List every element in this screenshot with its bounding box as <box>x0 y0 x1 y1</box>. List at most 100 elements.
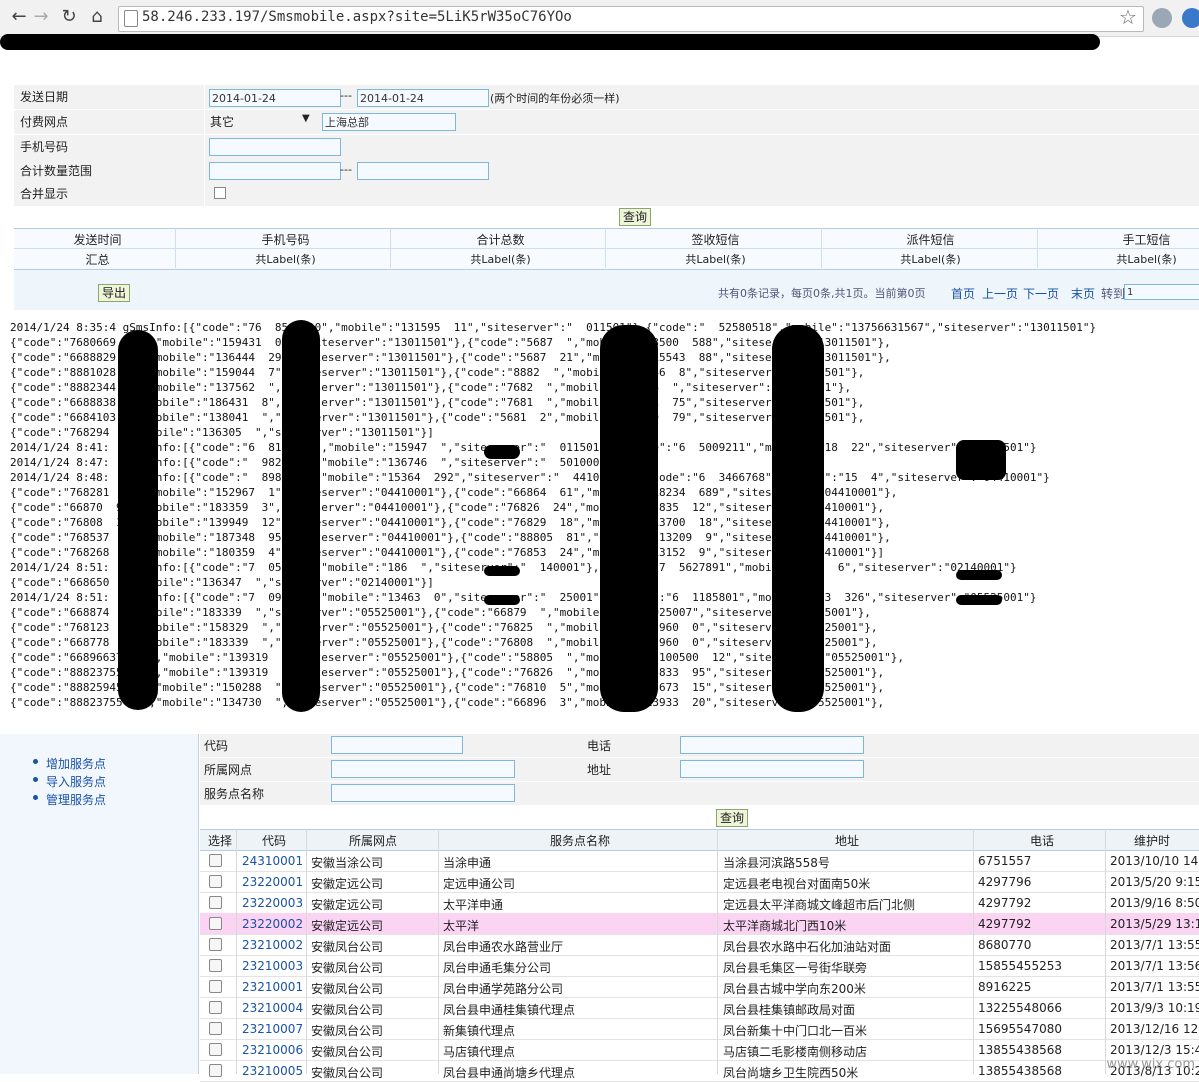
export-button[interactable]: 导出 <box>98 284 131 302</box>
cell-name: 凤台县申通桂集镇代理点 <box>443 1003 576 1017</box>
table-row[interactable]: 23210006 安徽凤台公司 马店镇代理点 马店镇二毛影楼南侧移动店 13855438… <box>200 1039 1199 1061</box>
reload-icon[interactable]: ↻ <box>58 6 80 28</box>
form-row-merge <box>14 182 1199 207</box>
redaction-scribble <box>484 566 520 576</box>
address-input[interactable] <box>680 760 864 778</box>
cell-code[interactable]: 23210007 <box>242 1022 304 1036</box>
table-row[interactable]: 23210005 安徽凤台公司 凤台县申通尚塘乡代理点 凤台尚塘乡卫生院西50米 138… <box>200 1060 1199 1082</box>
cell-site: 安徽当涂公司 <box>311 856 384 870</box>
mobile-input[interactable] <box>209 138 341 156</box>
address-label: 地址 <box>587 763 612 777</box>
bullet-icon <box>33 777 38 782</box>
extension-icon-2[interactable] <box>1182 8 1199 28</box>
phone-input[interactable] <box>680 736 864 754</box>
table-row[interactable]: 23220002 安徽定远公司 太平洋 太平洋商城北门西10米 4297792 2013/… <box>200 913 1199 935</box>
range-to-input[interactable] <box>357 162 489 180</box>
back-icon[interactable]: ← <box>8 6 30 28</box>
cell-name: 凤台县申通尚塘乡代理点 <box>443 1066 576 1080</box>
summary-header: 手机号码 <box>261 233 310 247</box>
goto-page-input[interactable] <box>1124 284 1199 300</box>
extension-icon[interactable] <box>1152 8 1172 28</box>
table-row[interactable]: 23210001 安徽凤台公司 凤台申通学苑路分公司 凤台县古城中学向东200米 891… <box>200 976 1199 998</box>
cell-site: 安徽定远公司 <box>311 919 384 933</box>
row-checkbox[interactable] <box>209 959 222 972</box>
merge-checkbox[interactable] <box>214 187 226 199</box>
next-page-link[interactable]: 下一页 <box>1023 285 1059 302</box>
name-input[interactable] <box>331 784 515 802</box>
range-from-input[interactable] <box>209 162 341 180</box>
cell-phone: 6751557 <box>978 854 1032 868</box>
prev-page-link[interactable]: 上一页 <box>982 285 1018 302</box>
cell-name: 马店镇代理点 <box>443 1045 516 1059</box>
nav-add-service-point[interactable]: 增加服务点 <box>46 755 106 772</box>
form-row-mobile <box>14 135 1199 160</box>
cell-time: 2013/7/1 13:56: <box>1110 959 1199 973</box>
summary-cell: 共Label(条) <box>685 253 746 266</box>
query-button-2[interactable]: 查询 <box>716 809 749 827</box>
cell-phone: 8680770 <box>978 938 1032 952</box>
cell-name: 凤台申通学苑路分公司 <box>443 982 564 996</box>
grid-header-phone: 电话 <box>1030 834 1055 848</box>
redaction-scribble <box>282 320 320 712</box>
table-row[interactable]: 23210002 安徽凤台公司 凤台申通农水路营业厅 凤台县农水路中石化加油站对面 86… <box>200 934 1199 956</box>
summary-cell: 共Label(条) <box>255 253 316 266</box>
cell-site: 安徽凤台公司 <box>311 1003 384 1017</box>
pay-site-input[interactable] <box>322 113 456 131</box>
cell-site: 安徽凤台公司 <box>311 1045 384 1059</box>
row-checkbox[interactable] <box>209 980 222 993</box>
cell-phone: 15855455253 <box>978 959 1062 973</box>
table-row[interactable]: 24310001 安徽当涂公司 当涂申通 当涂县河滨路558号 6751557 2013/… <box>200 850 1199 872</box>
table-row[interactable]: 23220003 安徽定远公司 太平洋申通 定远县太平洋商城文峰超市后门北侧 42977… <box>200 892 1199 914</box>
forward-icon[interactable]: → <box>30 6 52 28</box>
cell-code[interactable]: 23210004 <box>242 1001 304 1015</box>
row-checkbox[interactable] <box>209 875 222 888</box>
watermark: www.wix.com <box>1106 1057 1195 1072</box>
date-to-input[interactable] <box>357 89 489 107</box>
first-page-link[interactable]: 首页 <box>951 285 975 302</box>
nav-import-service-point[interactable]: 导入服务点 <box>46 773 106 790</box>
date-from-input[interactable] <box>209 89 341 107</box>
row-divider <box>14 248 1199 249</box>
row-checkbox[interactable] <box>209 854 222 867</box>
col-divider <box>438 829 439 1074</box>
table-row[interactable]: 23210007 安徽凤台公司 新集镇代理点 凤台新集十中门口北一百米 15695547… <box>200 1018 1199 1040</box>
cell-code[interactable]: 23210003 <box>242 959 304 973</box>
cell-code[interactable]: 23220003 <box>242 896 304 910</box>
row-checkbox[interactable] <box>209 1064 222 1077</box>
cell-code[interactable]: 23210001 <box>242 980 304 994</box>
form-row-range <box>14 159 1199 184</box>
code-label: 代码 <box>204 739 229 753</box>
cell-code[interactable]: 23220002 <box>242 917 304 931</box>
cell-code[interactable]: 23220001 <box>242 875 304 889</box>
cell-code[interactable]: 24310001 <box>242 854 304 868</box>
nav-manage-service-point[interactable]: 管理服务点 <box>46 791 106 808</box>
home-icon[interactable]: ⌂ <box>86 6 108 28</box>
row-checkbox[interactable] <box>209 896 222 909</box>
cell-addr: 凤台县毛集区一号街华联旁 <box>723 961 868 975</box>
row-checkbox[interactable] <box>209 938 222 951</box>
row-checkbox[interactable] <box>209 1022 222 1035</box>
cell-code[interactable]: 23210002 <box>242 938 304 952</box>
url-text: 58.246.233.197/Smsmobile.aspx?site=5LiK5… <box>142 9 572 25</box>
table-row[interactable]: 23210004 安徽凤台公司 凤台县申通桂集镇代理点 凤台县桂集镇邮政局对面 1322… <box>200 997 1199 1019</box>
last-page-link[interactable]: 末页 <box>1071 285 1095 302</box>
code-input[interactable] <box>331 736 463 754</box>
pay-site-select[interactable]: 其它 ▼ <box>210 113 314 129</box>
row-checkbox[interactable] <box>209 1043 222 1056</box>
phone-label: 电话 <box>587 739 612 753</box>
cell-name: 凤台申通农水路营业厅 <box>443 940 564 954</box>
site-input[interactable] <box>331 760 515 778</box>
query-button[interactable]: 查询 <box>619 208 652 226</box>
cell-phone: 13855438568 <box>978 1064 1062 1078</box>
cell-name: 太平洋申通 <box>443 898 504 912</box>
cell-time: 2013/9/16 8:50: <box>1110 896 1199 910</box>
row-checkbox[interactable] <box>209 1001 222 1014</box>
table-row[interactable]: 23210003 安徽凤台公司 凤台申通毛集分公司 凤台县毛集区一号街华联旁 15855… <box>200 955 1199 977</box>
cell-code[interactable]: 23210005 <box>242 1064 304 1078</box>
cell-addr: 马店镇二毛影楼南侧移动店 <box>723 1045 868 1059</box>
cell-code[interactable]: 23210006 <box>242 1043 304 1057</box>
row-checkbox[interactable] <box>209 917 222 930</box>
table-row[interactable]: 23220001 安徽定远公司 定远申通公司 定远县老电视台对面南50米 4297796… <box>200 871 1199 893</box>
cell-site: 安徽定远公司 <box>311 898 384 912</box>
star-icon[interactable]: ☆ <box>1119 5 1137 29</box>
